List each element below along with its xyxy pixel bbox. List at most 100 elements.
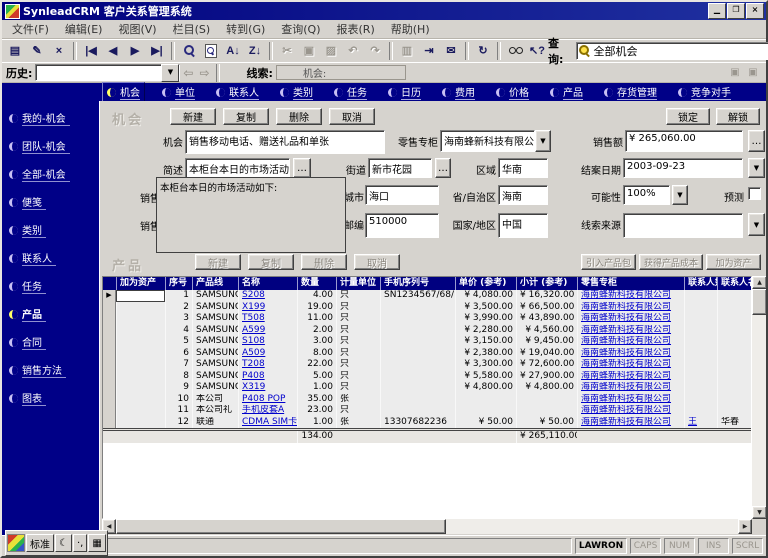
vertical-scrollbar[interactable]: ▲ ▼ — [752, 276, 766, 519]
country-input[interactable]: 中国 — [498, 213, 548, 238]
unlock-mini-icon[interactable]: ▣ — [744, 65, 762, 81]
history-back-icon[interactable]: ⇦ — [183, 66, 193, 80]
sidebar-item-7[interactable]: 产品 — [2, 300, 99, 328]
vertical-scroll-thumb[interactable] — [752, 289, 766, 315]
cell-last[interactable] — [684, 325, 717, 337]
street-input[interactable]: 新市花园 — [368, 158, 432, 178]
ime-soft-keyboard-icon[interactable]: ▦ — [88, 534, 105, 552]
opp-delete-button[interactable]: 删除 — [276, 108, 322, 125]
column-header-6[interactable]: 手机序列号 — [380, 277, 455, 290]
cut-button[interactable]: ✂ — [276, 41, 298, 61]
table-row[interactable]: 4SAMSUNGA5992.00只¥ 2,280.00¥ 4,560.00海南蜂… — [103, 325, 751, 337]
cell-last[interactable] — [684, 313, 717, 325]
table-row[interactable]: 8SAMSUNGP4085.00只¥ 5,580.00¥ 27,900.00海南… — [103, 371, 751, 383]
lock-mini-icon[interactable]: ▣ — [726, 65, 744, 81]
scroll-right-icon[interactable]: ▶ — [738, 519, 752, 534]
lead-source-combo[interactable] — [623, 213, 743, 238]
cell-last[interactable]: 王 — [684, 417, 717, 429]
sidebar-item-8[interactable]: 合同 — [2, 328, 99, 356]
product-cancel-button[interactable]: 取消 — [354, 254, 400, 270]
column-header-3[interactable]: 名称 — [238, 277, 297, 290]
copy-button[interactable]: ▣ — [298, 41, 320, 61]
brief-ellipsis-button[interactable]: … — [293, 158, 311, 178]
cell-name[interactable]: 手机皮套A — [238, 405, 297, 417]
column-header-1[interactable]: 序号 — [165, 277, 192, 290]
send-button[interactable]: ✉ — [440, 41, 462, 61]
table-row[interactable]: 6SAMSUNGA5098.00只¥ 2,380.00¥ 19,040.00海南… — [103, 348, 751, 360]
cell-store[interactable]: 海南蜂新科技有限公司 — [577, 394, 684, 406]
ime-toolbar[interactable]: 标准 ☾ ·, ▦ — [5, 530, 108, 556]
table-row[interactable]: 9SAMSUNGX3191.00只¥ 4,800.00¥ 4,800.00海南蜂… — [103, 382, 751, 394]
sidebar-item-1[interactable]: 团队-机会 — [2, 132, 99, 160]
get-product-cost-button[interactable]: 获得产品成本 — [639, 254, 703, 270]
cell-store[interactable]: 海南蜂新科技有限公司 — [577, 382, 684, 394]
city-input[interactable]: 海口 — [365, 185, 439, 205]
cell-name[interactable]: S208 — [238, 290, 297, 302]
cell-last[interactable] — [684, 302, 717, 314]
cell-name[interactable]: T208 — [238, 359, 297, 371]
menu-item-2[interactable]: 视图(V) — [110, 19, 164, 39]
help-button[interactable]: ↖? — [526, 41, 548, 61]
cell-name[interactable]: T508 — [238, 313, 297, 325]
cell-name[interactable]: CDMA SIM卡 — [238, 417, 297, 429]
table-row[interactable]: 7SAMSUNGT20822.00只¥ 3,300.00¥ 72,600.00海… — [103, 359, 751, 371]
tab-9[interactable]: 存货管理 — [600, 83, 661, 101]
table-row[interactable]: 10本公司P408 POP35.00张海南蜂新科技有限公司 — [103, 394, 751, 406]
last-record-button[interactable]: ▶| — [146, 41, 168, 61]
brief-memo-popup[interactable]: 本柜台本日的市场活动如下: — [156, 177, 346, 253]
close-button[interactable]: × — [746, 3, 764, 19]
sidebar-item-10[interactable]: 图表 — [2, 384, 99, 412]
paste-button[interactable]: ▨ — [320, 41, 342, 61]
cell-name[interactable]: A509 — [238, 348, 297, 360]
table-row[interactable]: 2SAMSUNGX19919.00只¥ 3,500.00¥ 66,500.00海… — [103, 302, 751, 314]
opportunity-input[interactable]: 销售移动电话、赠送礼品和单张 — [185, 130, 385, 154]
cell-last[interactable] — [684, 348, 717, 360]
first-record-button[interactable]: |◀ — [80, 41, 102, 61]
cell-last[interactable] — [684, 371, 717, 383]
retail-counter-dropdown-button[interactable]: ▼ — [535, 130, 551, 152]
redo-button[interactable]: ↷ — [364, 41, 386, 61]
tab-1[interactable]: 单位 — [158, 83, 199, 101]
table-row[interactable]: 12联通CDMA SIM卡1.00张13307682236¥ 50.00¥ 50… — [103, 417, 751, 429]
sort-ascending-button[interactable]: A↓ — [222, 41, 244, 61]
sidebar-item-3[interactable]: 便笺 — [2, 188, 99, 216]
export-button[interactable]: ⇥ — [418, 41, 440, 61]
column-header-4[interactable]: 数量 — [297, 277, 336, 290]
table-row[interactable]: ▶1SAMSUNGS2084.00只SN1234567/68/¥ 4,080.0… — [103, 290, 751, 302]
menu-item-6[interactable]: 报表(R) — [329, 19, 383, 39]
zoom-button[interactable] — [178, 41, 200, 61]
column-header-5[interactable]: 计量单位 — [336, 277, 380, 290]
table-row[interactable]: 3SAMSUNGT50811.00只¥ 3,990.00¥ 43,890.00海… — [103, 313, 751, 325]
tab-10[interactable]: 竞争对手 — [674, 83, 735, 101]
menu-item-1[interactable]: 编辑(E) — [57, 19, 111, 39]
close-date-dropdown-button[interactable]: ▼ — [748, 158, 765, 178]
product-new-button[interactable]: 新建 — [195, 254, 241, 270]
tab-3[interactable]: 类别 — [276, 83, 317, 101]
menu-item-4[interactable]: 转到(G) — [218, 19, 273, 39]
column-header-8[interactable]: 小计 (参考) — [516, 277, 577, 290]
column-header-2[interactable]: 产品线 — [192, 277, 238, 290]
cell-last[interactable] — [684, 382, 717, 394]
query-combobox[interactable]: 全部机会 ▼ — [576, 42, 768, 60]
sales-amount-input[interactable]: ¥ 265,060.00 — [625, 130, 743, 152]
cell-name[interactable]: P408 POP — [238, 394, 297, 406]
cell-store[interactable]: 海南蜂新科技有限公司 — [577, 359, 684, 371]
cell-last[interactable] — [684, 394, 717, 406]
import-product-package-button[interactable]: 引入产品包 — [581, 254, 636, 270]
forecast-checkbox[interactable] — [748, 187, 761, 200]
sort-descending-button[interactable]: Z↓ — [244, 41, 266, 61]
scroll-up-icon[interactable]: ▲ — [752, 276, 766, 289]
print-button[interactable]: ▥ — [396, 41, 418, 61]
new-record-button[interactable]: ▤ — [4, 41, 26, 61]
tab-4[interactable]: 任务 — [330, 83, 371, 101]
unlock-button[interactable]: 解锁 — [716, 108, 760, 125]
cell-name[interactable]: S108 — [238, 336, 297, 348]
cell-store[interactable]: 海南蜂新科技有限公司 — [577, 290, 684, 302]
opp-copy-button[interactable]: 复制 — [223, 108, 269, 125]
cell-store[interactable]: 海南蜂新科技有限公司 — [577, 336, 684, 348]
print-preview-button[interactable] — [200, 41, 222, 61]
ime-logo-icon[interactable] — [7, 534, 25, 552]
cell-name[interactable]: P408 — [238, 371, 297, 383]
cell-store[interactable]: 海南蜂新科技有限公司 — [577, 371, 684, 383]
cell-last[interactable] — [684, 359, 717, 371]
